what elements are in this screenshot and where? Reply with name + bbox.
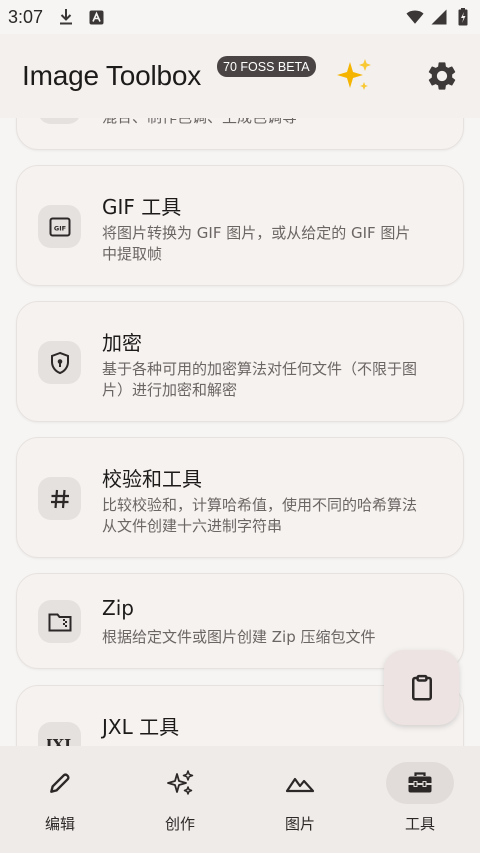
wifi-icon — [406, 8, 424, 26]
image-icon — [266, 762, 334, 804]
tool-card-title: 加密 — [102, 331, 142, 355]
zip-folder-icon — [38, 600, 81, 643]
tool-card-color[interactable]: 混合、制作色调、生成色调等 — [16, 118, 464, 150]
sparkles-icon — [337, 59, 371, 90]
tool-card-desc: 基于各种可用的加密算法对任何文件（不限于图片）进行加密和解密 — [102, 360, 418, 399]
lock-shield-icon — [38, 341, 81, 384]
svg-text:GIF: GIF — [53, 224, 65, 232]
tool-card-title: GIF 工具 — [102, 195, 182, 219]
palette-icon — [38, 118, 81, 124]
nav-label: 编辑 — [44, 815, 75, 833]
hash-icon — [38, 477, 81, 520]
settings-button[interactable] — [420, 54, 464, 98]
top-app-bar: Image Toolbox 70 FOSS BETA — [0, 34, 480, 118]
status-time: 3:07 — [8, 6, 44, 27]
svg-text:JXL: JXL — [47, 736, 73, 747]
tool-card-encryption[interactable]: 加密 基于各种可用的加密算法对任何文件（不限于图片）进行加密和解密 — [16, 301, 464, 422]
tool-card-title: 校验和工具 — [102, 467, 202, 491]
tool-card-title: Zip — [102, 596, 134, 620]
paste-fab[interactable] — [384, 650, 459, 725]
tool-card-desc: 根据给定文件或图片创建 Zip 压缩包文件 — [102, 628, 376, 646]
status-bar: 3:07 — [0, 0, 480, 34]
nav-label: 工具 — [404, 815, 435, 833]
gif-icon: GIF — [38, 205, 81, 248]
tool-card-desc: 比较校验和，计算哈希值，使用不同的哈希算法从文件创建十六进制字符串 — [102, 496, 418, 535]
clipboard-icon — [411, 674, 432, 700]
gear-icon — [428, 62, 456, 90]
sparkles-icon — [146, 762, 214, 804]
version-badge: 70 FOSS BETA — [217, 56, 316, 77]
bottom-navigation: 编辑 创作 图片 工具 — [0, 746, 480, 853]
nav-item-image[interactable]: 图片 — [240, 746, 360, 853]
nav-item-create[interactable]: 创作 — [120, 746, 240, 853]
tool-card-checksum[interactable]: 校验和工具 比较校验和，计算哈希值，使用不同的哈希算法从文件创建十六进制字符串 — [16, 437, 464, 558]
jxl-icon: JXL — [38, 722, 81, 746]
nav-label: 创作 — [164, 815, 195, 833]
nav-label: 图片 — [284, 815, 315, 833]
nav-item-edit[interactable]: 编辑 — [0, 746, 120, 853]
nav-item-tools[interactable]: 工具 — [360, 746, 480, 853]
sparkles-button[interactable] — [332, 54, 376, 98]
tool-card-desc: 将图片转换为 GIF 图片，或从给定的 GIF 图片中提取帧 — [102, 224, 411, 263]
edit-icon — [26, 762, 94, 804]
tool-card-gif[interactable]: GIF GIF 工具 将图片转换为 GIF 图片，或从给定的 GIF 图片中提取… — [16, 165, 464, 286]
battery-icon — [454, 8, 472, 26]
tool-card-title: JXL 工具 — [102, 715, 180, 739]
download-icon — [57, 8, 75, 26]
tool-card-desc: 混合、制作色调、生成色调等 — [102, 118, 421, 128]
app-notification-icon — [87, 8, 105, 26]
app-title: Image Toolbox — [22, 60, 202, 91]
toolbox-icon — [386, 762, 454, 804]
signal-icon — [430, 8, 448, 26]
